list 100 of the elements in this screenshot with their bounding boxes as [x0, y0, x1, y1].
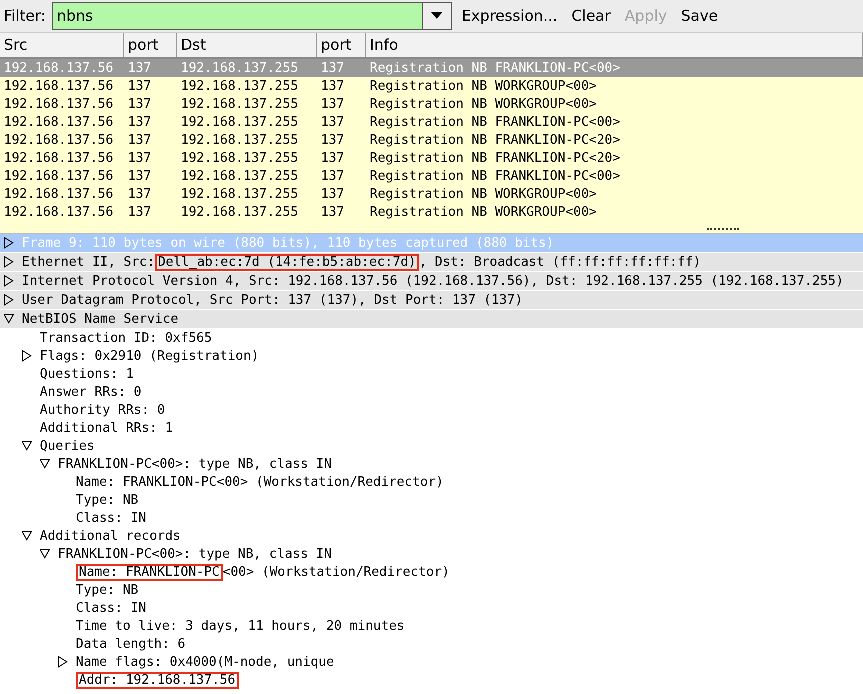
table-cell-text: Registration NB WORKGROUP<00> — [369, 186, 598, 202]
toolbar-button[interactable]: Save — [677, 5, 722, 27]
packet-row[interactable]: 192.168.137.56 137 192.168.137.255 137 Registration NB WORKGROUP<00> — [0, 203, 863, 221]
tree-text: Data length: 6 — [76, 636, 186, 652]
table-cell-text: 192.168.137.255 — [180, 168, 300, 184]
tree-text: User Datagram Protocol, Src Port: 137 (137), Dst Port: 137 (137) — [22, 292, 523, 308]
tree-text: FRANKLION-PC<00>: type NB, class IN — [58, 456, 332, 472]
expand-triangle-icon[interactable] — [4, 294, 14, 306]
tree-text: Class: IN — [76, 510, 146, 526]
column-header[interactable]: Info — [366, 33, 863, 57]
tree-row[interactable]: User Datagram Protocol, Src Port: 137 (137), Dst Port: 137 (137) — [0, 291, 863, 310]
collapse-triangle-icon[interactable] — [40, 458, 50, 470]
table-cell-text: 137 — [127, 114, 152, 130]
table-cell-text: 137 — [320, 96, 346, 112]
table-cell-text: Registration NB WORKGROUP<00> — [369, 204, 598, 220]
packet-row[interactable]: 192.168.137.56 137 192.168.137.255 137 Registration NB FRANKLION-PC<20> — [0, 149, 863, 167]
table-cell-text: 192.168.137.255 — [180, 78, 300, 94]
table-cell-text: 192.168.137.56 — [3, 114, 115, 130]
table-cell-text: 137 — [320, 60, 346, 76]
table-cell-text: 137 — [127, 168, 152, 184]
table-cell-text: 137 — [320, 132, 346, 148]
tree-row[interactable]: NetBIOS Name Service — [0, 310, 863, 329]
column-header[interactable]: Src — [0, 33, 124, 57]
column-header[interactable]: port — [317, 33, 366, 57]
table-cell-text: 192.168.137.56 — [3, 60, 115, 76]
packet-row[interactable]: 192.168.137.56 137 192.168.137.255 137 Registration NB FRANKLION-PC<00> — [0, 113, 863, 131]
table-cell-text: 137 — [320, 150, 346, 166]
table-cell-text: 137 — [320, 168, 346, 184]
table-cell-text: Registration NB FRANKLION-PC<20> — [369, 150, 622, 166]
tree-text: Time to live: 3 days, 11 hours, 20 minutes — [76, 618, 405, 634]
table-cell-text: 192.168.137.255 — [180, 132, 300, 148]
tree-text: Internet Protocol Version 4, Src: 192.168.137.56 (192.168.137.56), Dst: 192.168.137.255 (192.168.137.255) — [22, 274, 844, 288]
highlighted-text: Name: FRANKLION-PC — [77, 564, 222, 580]
collapse-triangle-icon[interactable] — [22, 530, 32, 542]
table-cell-text: 192.168.137.56 — [3, 132, 115, 148]
tree-text: Frame 9: 110 bytes on wire (880 bits), 110 bytes captured (880 bits) — [22, 236, 554, 250]
dropdown-button[interactable] — [422, 2, 452, 30]
table-cell-text: 137 — [320, 78, 346, 94]
table-cell-text: 137 — [127, 78, 152, 94]
tree-row[interactable]: Ethernet II, Src: Dell_ab:ec:7d (14:fe:b5:ab:ec:7d) , Dst: Broadcast (ff:ff:ff:ff:ff:ff) — [0, 253, 863, 272]
expand-triangle-icon[interactable] — [4, 237, 14, 249]
table-cell-text: 192.168.137.255 — [180, 114, 300, 130]
table-cell-text: 137 — [127, 132, 152, 148]
table-cell-text: Registration NB WORKGROUP<00> — [369, 78, 598, 94]
table-cell-text: 192.168.137.56 — [3, 96, 115, 112]
tree-text: Queries — [40, 438, 95, 454]
tree-text: Class: IN — [76, 600, 146, 616]
tree-text: Ethernet II, Src: — [22, 254, 156, 270]
table-cell-text: 137 — [127, 96, 152, 112]
tree-row[interactable]: Internet Protocol Version 4, Src: 192.168.137.56 (192.168.137.56), Dst: 192.168.137.255 (192.168.137.255) — [0, 272, 863, 291]
table-cell-text: 192.168.137.56 — [3, 186, 115, 202]
tree-text: Additional records — [40, 528, 181, 544]
column-header[interactable]: Dst — [177, 33, 317, 57]
table-cell-text: 192.168.137.56 — [3, 168, 115, 184]
column-header[interactable]: port — [124, 33, 177, 57]
table-cell-text: 137 — [127, 204, 152, 220]
tree-text: Transaction ID: 0xf565 — [40, 330, 212, 346]
table-cell-text: 192.168.137.255 — [180, 150, 300, 166]
collapse-triangle-icon[interactable] — [40, 548, 50, 560]
highlighted-text: Addr: 192.168.137.56 — [77, 672, 238, 688]
expand-triangle-icon[interactable] — [4, 256, 14, 268]
table-cell-text: Registration NB FRANKLION-PC<00> — [369, 60, 622, 76]
toolbar-button[interactable]: Clear — [568, 5, 615, 27]
table-cell-text: 137 — [320, 186, 346, 202]
table-cell-text: Registration NB FRANKLION-PC<00> — [369, 168, 622, 184]
tree-text: Name: FRANKLION-PC<00> (Workstation/Redirector) — [76, 474, 444, 490]
collapse-triangle-icon[interactable] — [22, 440, 32, 452]
collapse-triangle-icon[interactable] — [4, 313, 14, 325]
packet-row[interactable]: 192.168.137.56 137 192.168.137.255 137 Registration NB FRANKLION-PC<00> — [0, 167, 863, 185]
packet-row[interactable]: 192.168.137.56 137 192.168.137.255 137 Registration NB WORKGROUP<00> — [0, 185, 863, 203]
expand-triangle-icon[interactable] — [58, 656, 68, 668]
table-cell-text: 137 — [127, 186, 152, 202]
table-cell-text: 137 — [320, 114, 346, 130]
expand-triangle-icon[interactable] — [22, 350, 32, 362]
table-cell-text: 192.168.137.56 — [3, 150, 115, 166]
table-cell-text: 137 — [127, 60, 152, 76]
tree-text: Authority RRs: 0 — [40, 402, 166, 418]
table-cell-text: Registration NB FRANKLION-PC<00> — [369, 114, 622, 130]
tree-text: Flags: 0x2910 (Registration) — [40, 348, 260, 364]
packet-row[interactable]: 192.168.137.56 137 192.168.137.255 137 Registration NB WORKGROUP<00> — [0, 95, 863, 113]
tree-text: Answer RRs: 0 — [40, 384, 142, 400]
toolbar-button[interactable]: Expression... — [458, 5, 562, 27]
tree-text: Name flags: 0x4000(M-node, unique — [76, 654, 334, 670]
caret-icon — [430, 12, 443, 20]
table-cell-text: 192.168.137.255 — [180, 60, 300, 76]
table-cell-text: 192.168.137.56 — [3, 78, 115, 94]
expand-triangle-icon[interactable] — [4, 275, 14, 287]
tree-text: NetBIOS Name Service — [22, 312, 179, 326]
table-cell-text: Registration NB FRANKLION-PC<20> — [369, 132, 622, 148]
table-cell-text: 137 — [320, 204, 346, 220]
tree-text: Additional RRs: 1 — [40, 420, 174, 436]
table-cell-text: 137 — [127, 150, 152, 166]
tree-text: Questions: 1 — [40, 366, 134, 382]
filter-field[interactable]: nbns — [52, 2, 422, 30]
tree-text: FRANKLION-PC<00>: type NB, class IN — [58, 546, 332, 562]
packet-row[interactable]: 192.168.137.56 137 192.168.137.255 137 Registration NB WORKGROUP<00> — [0, 77, 863, 95]
table-cell-text: Registration NB WORKGROUP<00> — [369, 96, 598, 112]
packet-row[interactable]: 192.168.137.56 137 192.168.137.255 137 Registration NB FRANKLION-PC<20> — [0, 131, 863, 149]
tree-text: , Dst: Broadcast (ff:ff:ff:ff:ff:ff) — [419, 254, 702, 270]
table-cell-text: 192.168.137.56 — [3, 204, 115, 220]
